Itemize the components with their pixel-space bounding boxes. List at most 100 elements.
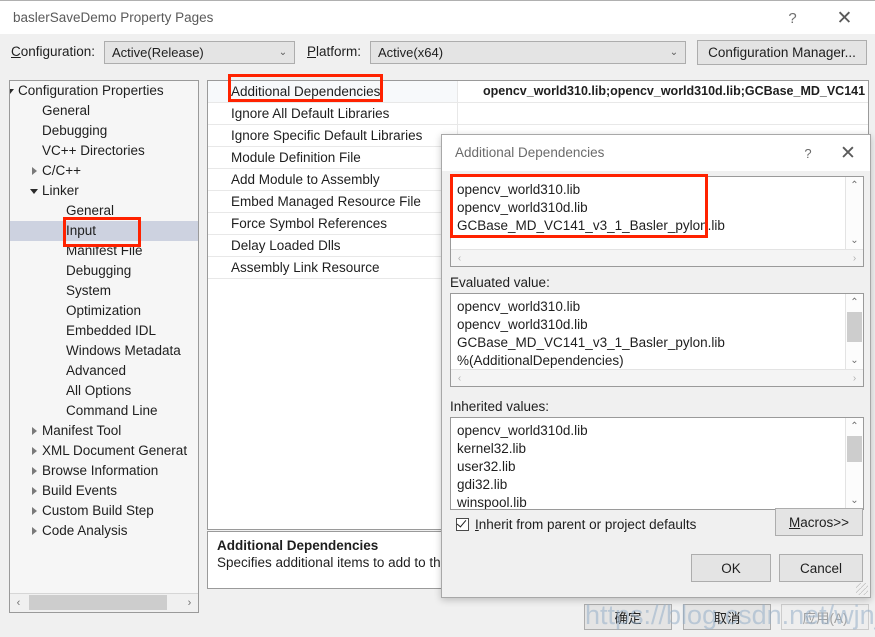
modal-cancel-button[interactable]: Cancel	[779, 554, 863, 582]
scroll-up-icon[interactable]: ⌃	[846, 418, 863, 435]
macros-button[interactable]: Macros>>	[775, 508, 863, 536]
tree-item-label: Manifest File	[66, 243, 143, 258]
modal-cancel-label: Cancel	[799, 560, 843, 576]
close-icon[interactable]: ✕	[822, 1, 867, 35]
scroll-up-icon[interactable]: ⌃	[846, 177, 863, 194]
close-glyph: ✕	[836, 7, 853, 29]
modal-help-icon[interactable]: ?	[790, 135, 826, 171]
platform-select[interactable]: Active(x64) ⌄	[370, 41, 686, 64]
tree-item-linker[interactable]: Linker	[10, 181, 198, 201]
property-name: Module Definition File	[208, 147, 458, 168]
tree-item-input[interactable]: Input	[10, 221, 198, 241]
dependencies-editor[interactable]: opencv_world310.lib opencv_world310d.lib G…	[450, 176, 864, 267]
ok-button[interactable]: 确定	[584, 604, 672, 630]
chevron-down-icon[interactable]	[26, 181, 42, 201]
help-icon[interactable]: ?	[770, 1, 815, 35]
inherit-defaults-checkbox[interactable]: Inherit from parent or project defaults	[456, 517, 696, 532]
modal-close-glyph: ✕	[840, 142, 856, 164]
tree-item-c-c[interactable]: C/C++	[10, 161, 198, 181]
configuration-select[interactable]: Active(Release) ⌄	[104, 41, 295, 64]
tree-item-label: Optimization	[66, 303, 142, 318]
property-row[interactable]: Ignore All Default Libraries	[208, 103, 868, 125]
twisty-glyph	[31, 487, 37, 495]
property-value[interactable]	[459, 103, 868, 124]
resize-grip-icon[interactable]	[856, 583, 868, 595]
chevron-right-icon[interactable]	[26, 501, 42, 521]
tree-item-label: Build Events	[42, 483, 118, 498]
cancel-button[interactable]: 取消	[683, 604, 771, 630]
tree-item-embedded-idl[interactable]: Embedded IDL	[10, 321, 198, 341]
chevron-right-icon[interactable]	[26, 461, 42, 481]
evaluated-value-label: Evaluated value:	[450, 275, 550, 290]
tree-item-windows-metadata[interactable]: Windows Metadata	[10, 341, 198, 361]
tree-item-manifest-file[interactable]: Manifest File	[10, 241, 198, 261]
window-title: baslerSaveDemo Property Pages	[13, 10, 214, 25]
tree-item-code-analysis[interactable]: Code Analysis	[10, 521, 198, 541]
chevron-right-icon[interactable]	[26, 421, 42, 441]
twisty-glyph	[30, 189, 38, 194]
tree-item-all-options[interactable]: All Options	[10, 381, 198, 401]
dependencies-editor-lines[interactable]: opencv_world310.lib opencv_world310d.lib G…	[451, 177, 845, 249]
twisty-glyph	[31, 167, 37, 175]
tree-item-browse-information[interactable]: Browse Information	[10, 461, 198, 481]
scroll-up-icon[interactable]: ⌃	[846, 294, 863, 311]
property-value[interactable]: opencv_world310.lib;opencv_world310d.lib…	[459, 81, 868, 102]
evaluated-line: opencv_world310.lib	[457, 299, 581, 314]
chevron-right-icon[interactable]	[26, 441, 42, 461]
tree-item-vc-directories[interactable]: VC++ Directories	[10, 141, 198, 161]
scroll-left-icon[interactable]: ‹	[451, 253, 468, 264]
tree-item-manifest-tool[interactable]: Manifest Tool	[10, 421, 198, 441]
tree-item-label: Code Analysis	[42, 523, 128, 538]
tree-item-label: Embedded IDL	[66, 323, 157, 338]
configuration-manager-button[interactable]: Configuration Manager...	[697, 40, 867, 65]
twisty-glyph	[31, 527, 37, 535]
tree-item-optimization[interactable]: Optimization	[10, 301, 198, 321]
evaluated-scroll-thumb[interactable]	[847, 312, 862, 342]
tree-item-label: Custom Build Step	[42, 503, 154, 518]
evaluated-horizontal-scrollbar[interactable]: ‹ ›	[451, 369, 863, 386]
tree-item-label: General	[66, 203, 115, 218]
tree-item-debugging[interactable]: Debugging	[10, 261, 198, 281]
tree-item-debugging[interactable]: Debugging	[10, 121, 198, 141]
chevron-right-icon[interactable]	[26, 161, 42, 181]
property-name: Force Symbol References	[208, 213, 458, 234]
chevron-down-icon[interactable]	[10, 81, 18, 101]
check-mark-icon	[456, 517, 467, 528]
tree-item-label: XML Document Generat	[42, 443, 188, 458]
tree-item-advanced[interactable]: Advanced	[10, 361, 198, 381]
tree-item-general[interactable]: General	[10, 101, 198, 121]
evaluated-value-box[interactable]: opencv_world310.lib opencv_world310d.lib G…	[450, 293, 864, 387]
tree-item-xml-document-generat[interactable]: XML Document Generat	[10, 441, 198, 461]
evaluated-line: %(AdditionalDependencies)	[457, 353, 624, 368]
editor-vertical-scrollbar[interactable]: ⌃ ⌄	[845, 177, 863, 249]
scroll-down-icon[interactable]: ⌄	[846, 352, 863, 369]
inherited-vertical-scrollbar[interactable]: ⌃ ⌄	[845, 418, 863, 509]
configuration-tree[interactable]: Configuration Properties General Debugging…	[9, 80, 199, 613]
tree-item-system[interactable]: System	[10, 281, 198, 301]
chevron-right-icon[interactable]	[26, 521, 42, 541]
tree-item-configuration-properties[interactable]: Configuration Properties	[10, 81, 198, 101]
tree-item-custom-build-step[interactable]: Custom Build Step	[10, 501, 198, 521]
inherited-scroll-thumb[interactable]	[847, 436, 862, 462]
dependency-line: opencv_world310d.lib	[457, 200, 588, 215]
dialog-footer: 确定 取消 应用(A)	[0, 595, 875, 637]
modal-close-icon[interactable]: ✕	[830, 135, 866, 171]
checkbox-icon[interactable]	[456, 517, 469, 531]
scroll-left-icon[interactable]: ‹	[451, 373, 468, 384]
editor-horizontal-scrollbar[interactable]: ‹ ›	[451, 249, 863, 266]
evaluated-vertical-scrollbar[interactable]: ⌃ ⌄	[845, 294, 863, 369]
scroll-right-icon[interactable]: ›	[846, 253, 863, 264]
property-row[interactable]: Additional Dependencies opencv_world310.l…	[208, 81, 868, 103]
tree-item-general[interactable]: General	[10, 201, 198, 221]
modal-ok-button[interactable]: OK	[691, 554, 771, 582]
scroll-right-icon[interactable]: ›	[846, 373, 863, 384]
inherited-values-box[interactable]: opencv_world310d.lib kernel32.lib user32.l…	[450, 417, 864, 510]
tree-item-command-line[interactable]: Command Line	[10, 401, 198, 421]
scroll-down-icon[interactable]: ⌄	[846, 492, 863, 509]
tree-item-label: C/C++	[42, 163, 82, 178]
scroll-down-icon[interactable]: ⌄	[846, 232, 863, 249]
evaluated-line: GCBase_MD_VC141_v3_1_Basler_pylon.lib	[457, 335, 725, 350]
chevron-right-icon[interactable]	[26, 481, 42, 501]
tree-item-build-events[interactable]: Build Events	[10, 481, 198, 501]
modal-help-glyph: ?	[804, 145, 812, 161]
